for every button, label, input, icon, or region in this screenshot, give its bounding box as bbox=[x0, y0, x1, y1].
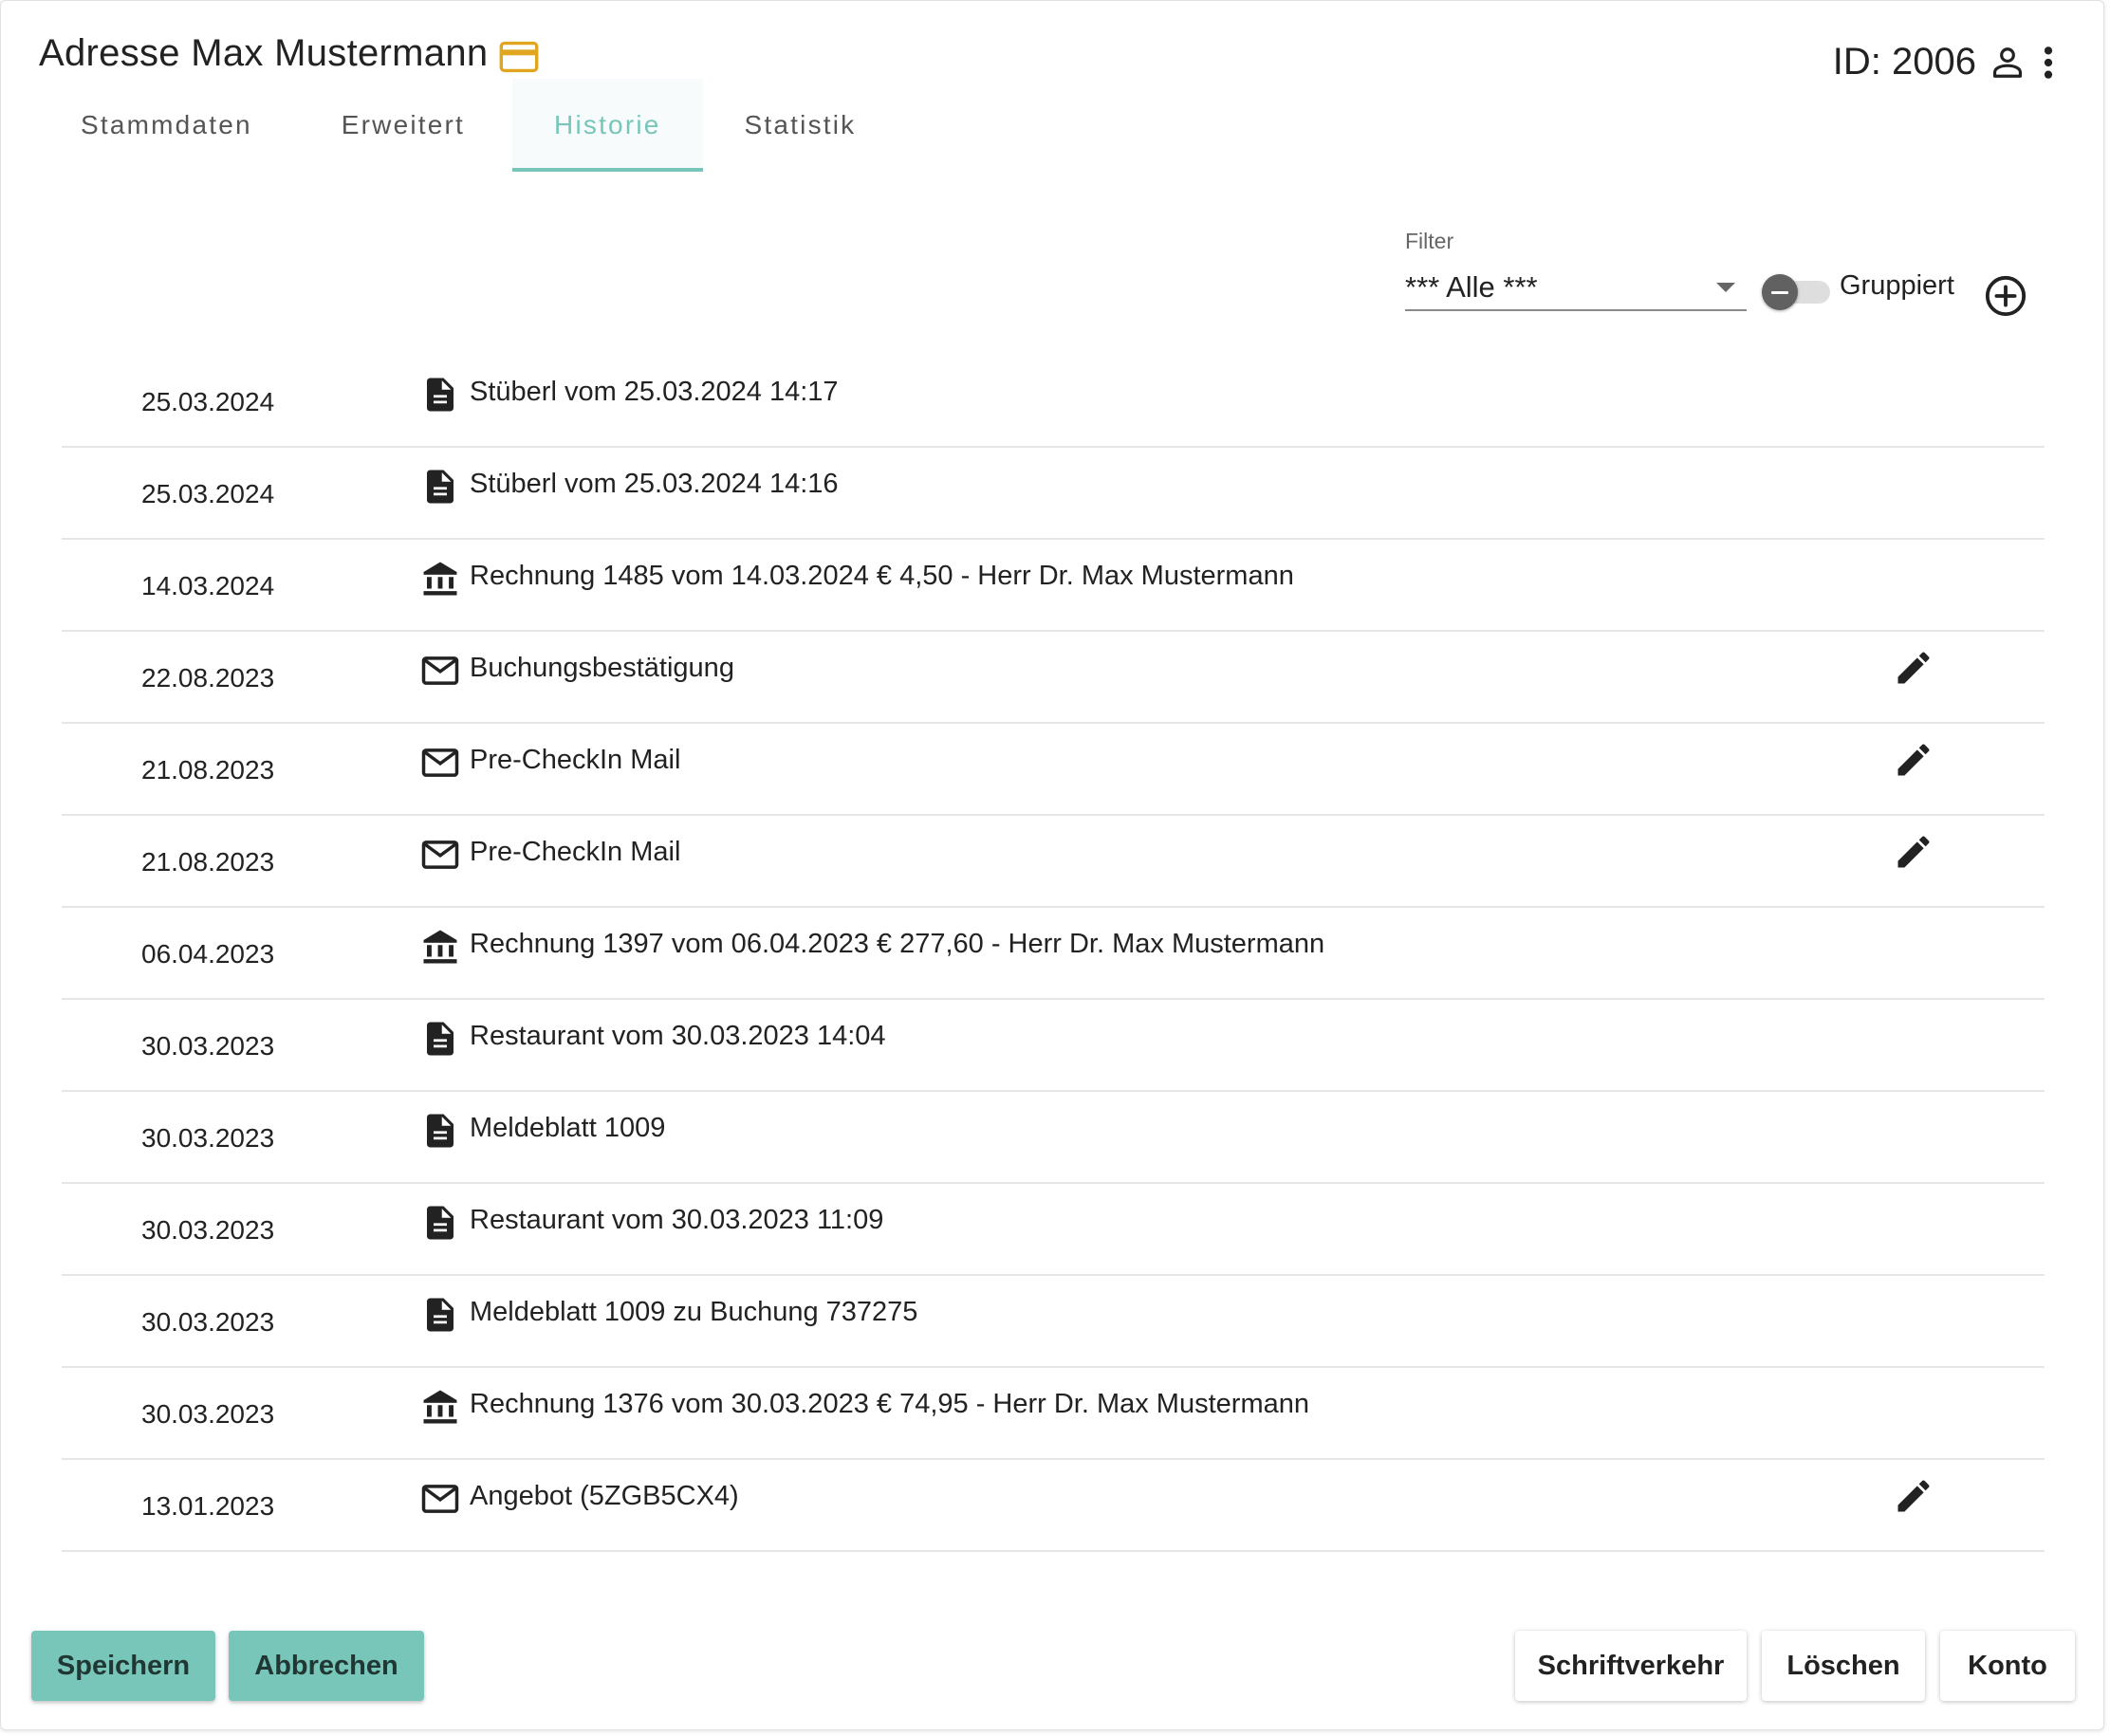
history-description: Stüberl vom 25.03.2024 14:17 bbox=[470, 377, 839, 407]
history-date: 14.03.2024 bbox=[141, 571, 275, 600]
credit-card-icon bbox=[499, 41, 539, 78]
history-row[interactable]: 30.03.2023 Meldeblatt 1009 zu Buchung 737… bbox=[62, 1276, 2045, 1368]
toggle-thumb bbox=[1762, 274, 1798, 310]
history-description: Pre-CheckIn Mail bbox=[470, 837, 681, 867]
history-date: 25.03.2024 bbox=[141, 387, 275, 416]
history-row[interactable]: 13.01.2023 Angebot (5ZGB5CX4) bbox=[62, 1460, 2045, 1552]
action-bar: Speichern Abbrechen Schriftverkehr Lösch… bbox=[1, 1631, 2103, 1703]
history-date: 30.03.2023 bbox=[141, 1399, 275, 1429]
chevron-down-icon bbox=[1716, 283, 1735, 292]
filter-value: *** Alle *** bbox=[1405, 270, 1538, 304]
record-id: ID: 2006 bbox=[1832, 41, 1976, 83]
add-circle-icon bbox=[1985, 275, 2027, 317]
history-description: Meldeblatt 1009 zu Buchung 737275 bbox=[470, 1297, 918, 1327]
history-date: 06.04.2023 bbox=[141, 939, 275, 969]
history-date: 30.03.2023 bbox=[141, 1307, 275, 1337]
history-list: 25.03.2024 Stüberl vom 25.03.2024 14:17 25… bbox=[62, 356, 2045, 1574]
address-dialog: Adresse Max Mustermann ID: 2006 Stammdat… bbox=[0, 0, 2104, 1730]
edit-icon[interactable] bbox=[1893, 739, 1934, 781]
grouped-toggle[interactable] bbox=[1762, 274, 1830, 310]
mail-icon bbox=[420, 651, 460, 691]
history-row[interactable]: 21.08.2023 Pre-CheckIn Mail bbox=[62, 816, 2045, 908]
document-icon bbox=[420, 1203, 460, 1243]
mail-icon bbox=[420, 1479, 460, 1519]
page-title: Adresse Max Mustermann bbox=[39, 32, 489, 74]
mail-icon bbox=[420, 835, 460, 875]
history-row[interactable]: 14.03.2024 Rechnung 1485 vom 14.03.2024 €… bbox=[62, 540, 2045, 632]
bank-icon bbox=[420, 559, 460, 599]
document-icon bbox=[420, 375, 460, 415]
history-description: Pre-CheckIn Mail bbox=[470, 745, 681, 775]
history-row[interactable]: 22.08.2023 Buchungsbestätigung bbox=[62, 632, 2045, 724]
bank-icon bbox=[420, 927, 460, 967]
history-description: Stüberl vom 25.03.2024 14:16 bbox=[470, 469, 839, 499]
filter-select-container: Filter *** Alle *** bbox=[1405, 229, 1747, 311]
history-description: Rechnung 1376 vom 30.03.2023 € 74,95 - H… bbox=[470, 1389, 1309, 1419]
id-area: ID: 2006 bbox=[1833, 41, 2054, 83]
person-icon[interactable] bbox=[1990, 45, 2026, 81]
document-icon bbox=[420, 1111, 460, 1151]
title-row: Adresse Max Mustermann bbox=[39, 29, 539, 78]
history-date: 25.03.2024 bbox=[141, 479, 275, 508]
edit-icon[interactable] bbox=[1893, 831, 1934, 873]
edit-icon[interactable] bbox=[1893, 1475, 1934, 1517]
tab-statistik[interactable]: Statistik bbox=[703, 79, 898, 172]
history-date: 22.08.2023 bbox=[141, 663, 275, 693]
history-description: Rechnung 1485 vom 14.03.2024 € 4,50 - He… bbox=[470, 561, 1294, 591]
tab-erweitert[interactable]: Erweitert bbox=[294, 79, 512, 172]
history-description: Rechnung 1397 vom 06.04.2023 € 277,60 - … bbox=[470, 929, 1325, 959]
mail-icon bbox=[420, 743, 460, 783]
grouped-toggle-label: Gruppiert bbox=[1840, 270, 1954, 301]
history-row[interactable]: 25.03.2024 Stüberl vom 25.03.2024 14:16 bbox=[62, 448, 2045, 540]
history-row[interactable]: 21.08.2023 Pre-CheckIn Mail bbox=[62, 724, 2045, 816]
history-row[interactable]: 06.04.2023 Rechnung 1397 vom 06.04.2023 €… bbox=[62, 908, 2045, 1000]
tab-historie[interactable]: Historie bbox=[512, 79, 703, 172]
history-row[interactable]: 25.03.2024 Stüberl vom 25.03.2024 14:17 bbox=[62, 356, 2045, 448]
history-description: Meldeblatt 1009 bbox=[470, 1113, 666, 1143]
history-description: Restaurant vom 30.03.2023 11:09 bbox=[470, 1205, 884, 1235]
tab-stammdaten[interactable]: Stammdaten bbox=[39, 79, 294, 172]
history-date: 30.03.2023 bbox=[141, 1031, 275, 1061]
history-date: 21.08.2023 bbox=[141, 755, 275, 785]
document-icon bbox=[420, 1295, 460, 1335]
history-date: 13.01.2023 bbox=[141, 1491, 275, 1521]
history-row[interactable]: 30.03.2023 Restaurant vom 30.03.2023 11:0… bbox=[62, 1184, 2045, 1276]
history-description: Buchungsbestätigung bbox=[470, 653, 734, 683]
tab-bar: Stammdaten Erweitert Historie Statistik bbox=[39, 79, 898, 172]
bank-icon bbox=[420, 1387, 460, 1427]
save-button[interactable]: Speichern bbox=[31, 1631, 215, 1701]
delete-button[interactable]: Löschen bbox=[1762, 1631, 1925, 1701]
filter-select[interactable]: *** Alle *** bbox=[1405, 266, 1747, 311]
history-row[interactable]: 30.03.2023 Restaurant vom 30.03.2023 14:0… bbox=[62, 1000, 2045, 1092]
cancel-button[interactable]: Abbrechen bbox=[229, 1631, 424, 1701]
correspondence-button[interactable]: Schriftverkehr bbox=[1515, 1631, 1747, 1701]
history-description: Angebot (5ZGB5CX4) bbox=[470, 1481, 739, 1511]
history-date: 30.03.2023 bbox=[141, 1215, 275, 1245]
document-icon bbox=[420, 467, 460, 507]
history-row[interactable]: 30.03.2023 Meldeblatt 1009 bbox=[62, 1092, 2045, 1184]
account-button[interactable]: Konto bbox=[1940, 1631, 2075, 1701]
add-entry-button[interactable] bbox=[1984, 274, 2027, 323]
document-icon bbox=[420, 1019, 460, 1059]
history-date: 21.08.2023 bbox=[141, 847, 275, 877]
history-description: Restaurant vom 30.03.2023 14:04 bbox=[470, 1021, 886, 1051]
edit-icon[interactable] bbox=[1893, 647, 1934, 689]
history-row[interactable]: 30.03.2023 Rechnung 1376 vom 30.03.2023 €… bbox=[62, 1368, 2045, 1460]
history-date: 30.03.2023 bbox=[141, 1123, 275, 1153]
more-vert-icon[interactable] bbox=[2043, 45, 2054, 81]
filter-label: Filter bbox=[1405, 229, 1454, 253]
